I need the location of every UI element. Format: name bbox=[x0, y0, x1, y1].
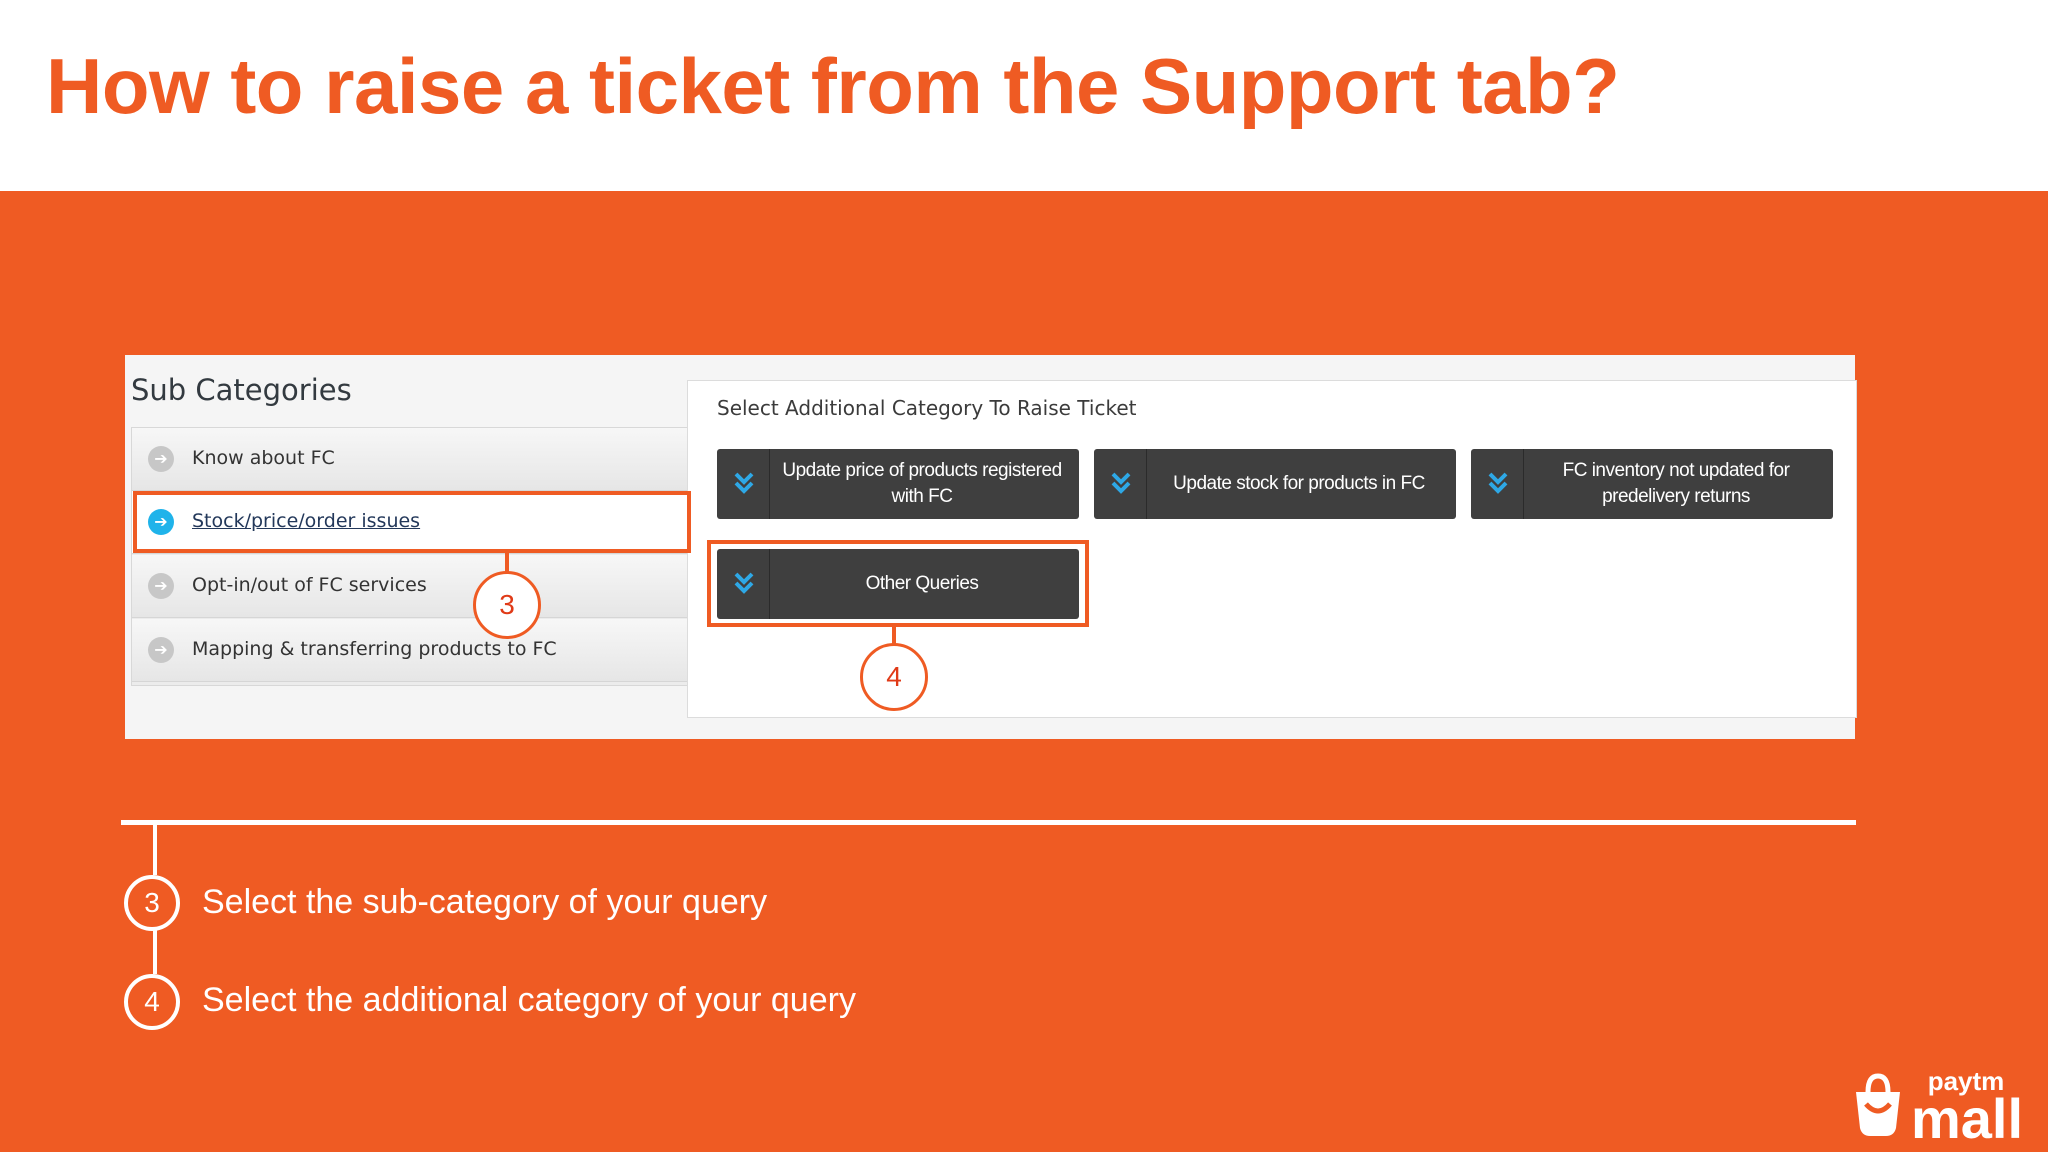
category-button-label: Update stock for products in FC bbox=[1173, 473, 1425, 494]
arrow-right-icon: ➔ bbox=[148, 637, 174, 663]
step-connector-line bbox=[153, 928, 157, 974]
step-4-text: Select the additional category of your q… bbox=[202, 981, 856, 1019]
sub-category-item-know-about-fc[interactable]: ➔ Know about FC bbox=[132, 428, 688, 491]
sub-category-label: Opt-in/out of FC services bbox=[192, 574, 427, 596]
callout-4: 4 bbox=[860, 643, 928, 711]
arrow-right-icon: ➔ bbox=[148, 446, 174, 472]
sub-category-label: Mapping & transferring products to FC bbox=[192, 638, 557, 660]
step-3-number: 3 bbox=[124, 875, 180, 931]
double-chevron-down-icon bbox=[1094, 449, 1147, 519]
additional-category-heading: Select Additional Category To Raise Tick… bbox=[717, 396, 1137, 420]
category-button-label: FC inventory not updated for predelivery… bbox=[1562, 460, 1790, 507]
sub-category-item-opt-in-out[interactable]: ➔ Opt-in/out of FC services bbox=[132, 555, 688, 618]
divider-line bbox=[121, 820, 1856, 825]
sub-category-item-mapping[interactable]: ➔ Mapping & transferring products to FC bbox=[132, 619, 688, 682]
category-button-update-price[interactable]: Update price of products registered with… bbox=[717, 449, 1079, 519]
highlight-box-step-3 bbox=[133, 491, 691, 553]
callout-3: 3 bbox=[473, 571, 541, 639]
arrow-right-icon: ➔ bbox=[148, 573, 174, 599]
slide-title: How to raise a ticket from the Support t… bbox=[46, 42, 1620, 130]
step-connector-line bbox=[153, 825, 157, 875]
sub-categories-heading: Sub Categories bbox=[131, 373, 352, 407]
support-screenshot: Sub Categories ➔ Know about FC ➔ Stock/p… bbox=[125, 355, 1857, 739]
step-3-text: Select the sub-category of your query bbox=[202, 883, 768, 921]
double-chevron-down-icon bbox=[717, 449, 770, 519]
category-button-label: Update price of products registered with… bbox=[782, 460, 1062, 507]
category-button-update-stock[interactable]: Update stock for products in FC bbox=[1094, 449, 1456, 519]
sub-category-list: ➔ Know about FC ➔ Stock/price/order issu… bbox=[131, 427, 689, 686]
logo-bottom-text: mall bbox=[1911, 1087, 2023, 1140]
step-4-number: 4 bbox=[124, 974, 180, 1030]
highlight-box-step-4 bbox=[707, 540, 1089, 627]
slide-header: How to raise a ticket from the Support t… bbox=[0, 0, 2048, 191]
paytm-mall-logo: paytm mall bbox=[1856, 1066, 2023, 1140]
category-button-fc-inventory[interactable]: FC inventory not updated for predelivery… bbox=[1471, 449, 1833, 519]
double-chevron-down-icon bbox=[1471, 449, 1524, 519]
sub-category-label: Know about FC bbox=[192, 447, 335, 469]
